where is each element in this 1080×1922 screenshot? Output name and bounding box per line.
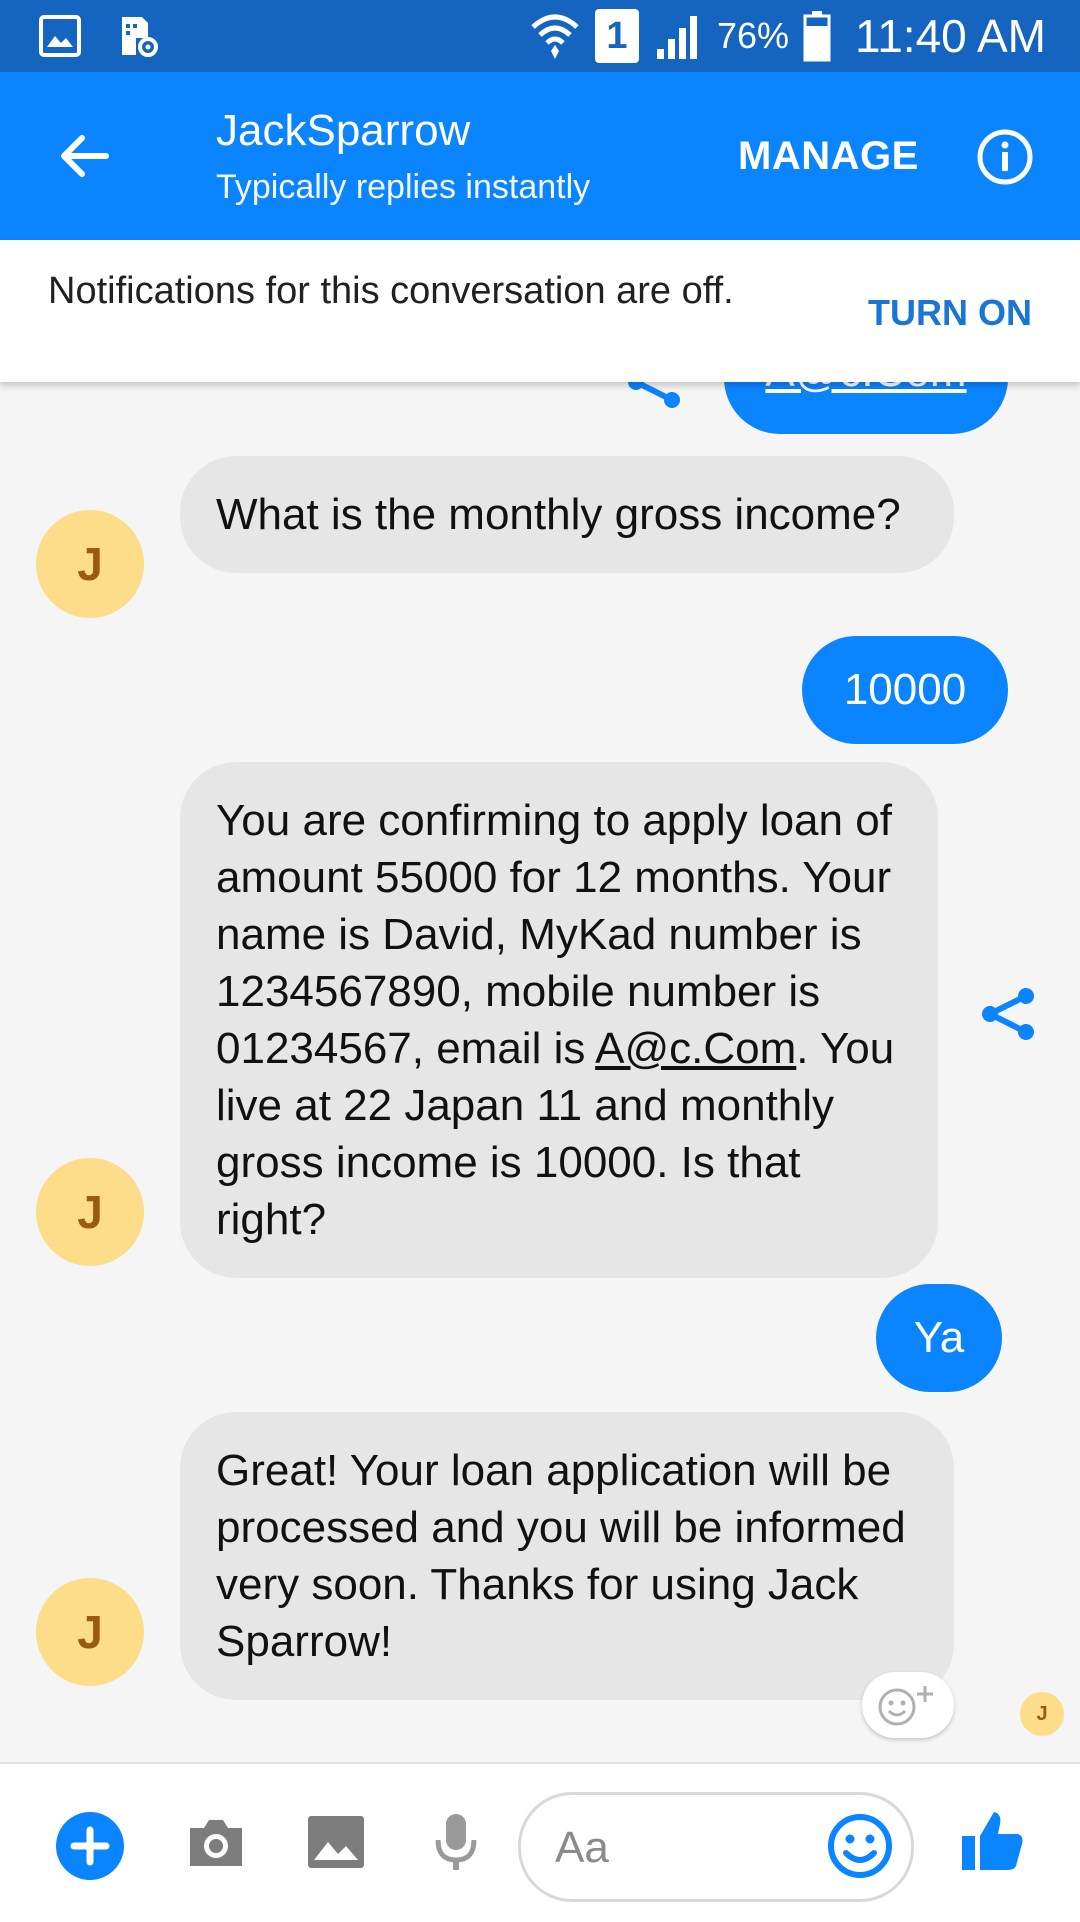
email-link[interactable]: A@c.Com [595,1024,796,1073]
info-icon[interactable] [976,128,1034,186]
avatar-initial: J [77,1606,103,1658]
notifications-off-banner: Notifications for this conversation are … [0,240,1080,382]
add-reaction-icon [878,1686,933,1726]
camera-icon[interactable] [184,1810,248,1874]
wifi-icon [529,11,581,61]
incoming-message[interactable]: What is the monthly gross income? [180,456,954,573]
plus-icon[interactable] [54,1810,124,1880]
message-text: What is the monthly gross income? [216,490,901,539]
avatar[interactable]: J [36,510,144,618]
share-icon[interactable] [976,982,1040,1046]
battery-percent: 76% [716,15,790,56]
add-reaction-button[interactable] [862,1672,954,1738]
avatar[interactable]: J [36,1578,144,1686]
message-text: Ya [913,1313,965,1362]
image-icon [38,14,82,58]
message-input[interactable]: Aa [518,1792,914,1902]
email-link[interactable]: A@c.Com [765,382,966,396]
battery-icon [803,10,831,62]
turn-on-button[interactable]: TURN ON [868,292,1032,334]
conversation-subtitle: Typically replies instantly [216,168,591,206]
avatar-initial: J [77,538,103,590]
mic-icon[interactable] [424,1810,488,1874]
message-text: 10000 [843,665,967,714]
clock: 11:40 AM [855,10,1046,62]
outgoing-message[interactable]: 10000 [802,636,1008,744]
signal-icon [653,11,703,61]
message-text: Great! Your loan application will be pro… [216,1446,906,1666]
read-receipt-initial: J [1036,1702,1048,1725]
read-receipt-avatar: J [1020,1692,1064,1736]
thumbs-up-icon[interactable] [958,1806,1028,1876]
app-bar: JackSparrow Typically replies instantly … [0,72,1080,240]
status-bar: 1 76% 11:40 AM [0,0,1080,72]
back-arrow-icon[interactable] [52,124,116,188]
message-input-placeholder: Aa [555,1823,609,1872]
outgoing-message-partial[interactable]: A@c.Com [724,382,1008,434]
emoji-icon[interactable] [825,1811,895,1881]
avatar-initial: J [77,1186,103,1238]
incoming-message[interactable]: Great! Your loan application will be pro… [180,1412,954,1700]
message-composer: Aa [0,1762,1080,1922]
status-notification-icons [38,14,160,58]
conversation-title[interactable]: JackSparrow [216,106,470,156]
outgoing-message[interactable]: Ya [876,1284,1002,1392]
share-icon[interactable] [622,382,686,414]
avatar[interactable]: J [36,1158,144,1266]
incoming-message[interactable]: You are confirming to apply loan of amou… [180,762,938,1278]
sim-settings-icon [116,14,160,58]
manage-button[interactable]: MANAGE [738,134,919,179]
sim-slot-badge: 1 [594,9,639,63]
notifications-off-text: Notifications for this conversation are … [48,270,734,312]
gallery-icon[interactable] [304,1810,368,1874]
message-list[interactable]: A@c.Com J What is the monthly gross inco… [0,382,1080,1762]
